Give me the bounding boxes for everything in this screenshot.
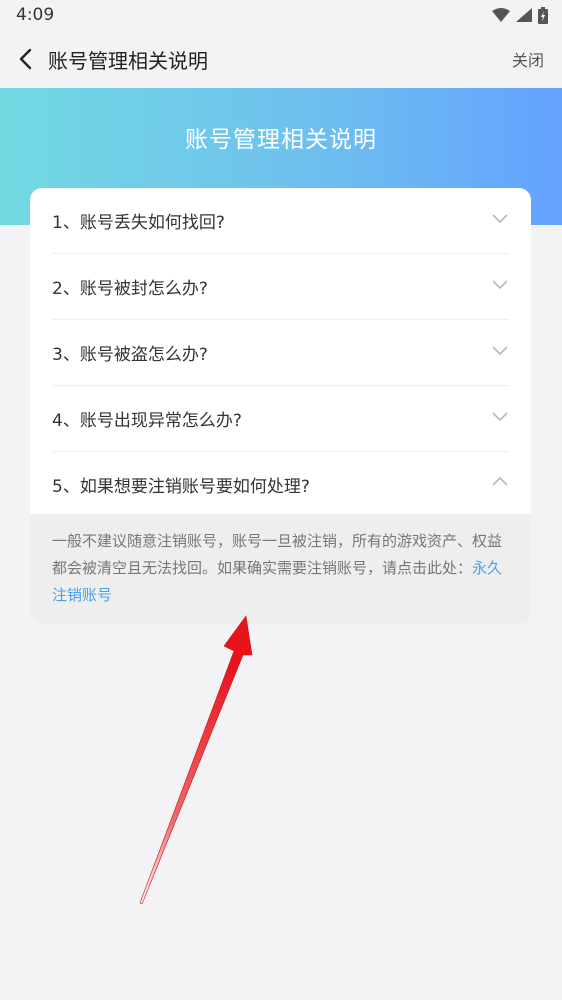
close-button[interactable]: 关闭 (512, 47, 544, 71)
page-title: 账号管理相关说明 (48, 48, 208, 73)
faq-item-1[interactable]: 1、账号丢失如何找回? (52, 188, 509, 254)
back-arrow-icon (19, 48, 32, 70)
signal-icon (516, 8, 532, 22)
wifi-icon (492, 8, 510, 22)
faq-item-2[interactable]: 2、账号被封怎么办? (52, 254, 509, 320)
chevron-down-icon (492, 280, 508, 290)
chevron-down-icon (492, 412, 508, 422)
faq-card: 1、账号丢失如何找回? 2、账号被封怎么办? 3、账号被盗怎么办? 4、账号出现… (30, 188, 531, 624)
chevron-down-icon (492, 214, 508, 224)
back-button[interactable] (12, 44, 38, 74)
faq-item-4[interactable]: 4、账号出现异常怎么办? (52, 386, 509, 452)
faq-question: 4、账号出现异常怎么办? (52, 411, 242, 431)
chevron-down-icon (492, 346, 508, 356)
faq-item-5[interactable]: 5、如果想要注销账号要如何处理? (52, 452, 509, 517)
status-time: 4:09 (16, 5, 55, 25)
answer-text: 一般不建议随意注销账号，账号一旦被注销，所有的游戏资产、权益都会被清空且无法找回… (52, 532, 503, 577)
status-bar: 4:09 (0, 0, 562, 30)
faq-item-3[interactable]: 3、账号被盗怎么办? (52, 320, 509, 386)
faq-question: 3、账号被盗怎么办? (52, 345, 208, 365)
battery-icon (538, 6, 548, 24)
faq-question: 1、账号丢失如何找回? (52, 213, 225, 233)
faq-answer: 一般不建议随意注销账号，账号一旦被注销，所有的游戏资产、权益都会被清空且无法找回… (30, 514, 531, 624)
status-icons (492, 6, 548, 24)
navigation-bar: 账号管理相关说明 关闭 (0, 30, 562, 88)
chevron-up-icon (492, 476, 508, 486)
faq-question: 2、账号被封怎么办? (52, 279, 208, 299)
faq-question: 5、如果想要注销账号要如何处理? (52, 477, 310, 497)
banner-title: 账号管理相关说明 (185, 127, 377, 153)
